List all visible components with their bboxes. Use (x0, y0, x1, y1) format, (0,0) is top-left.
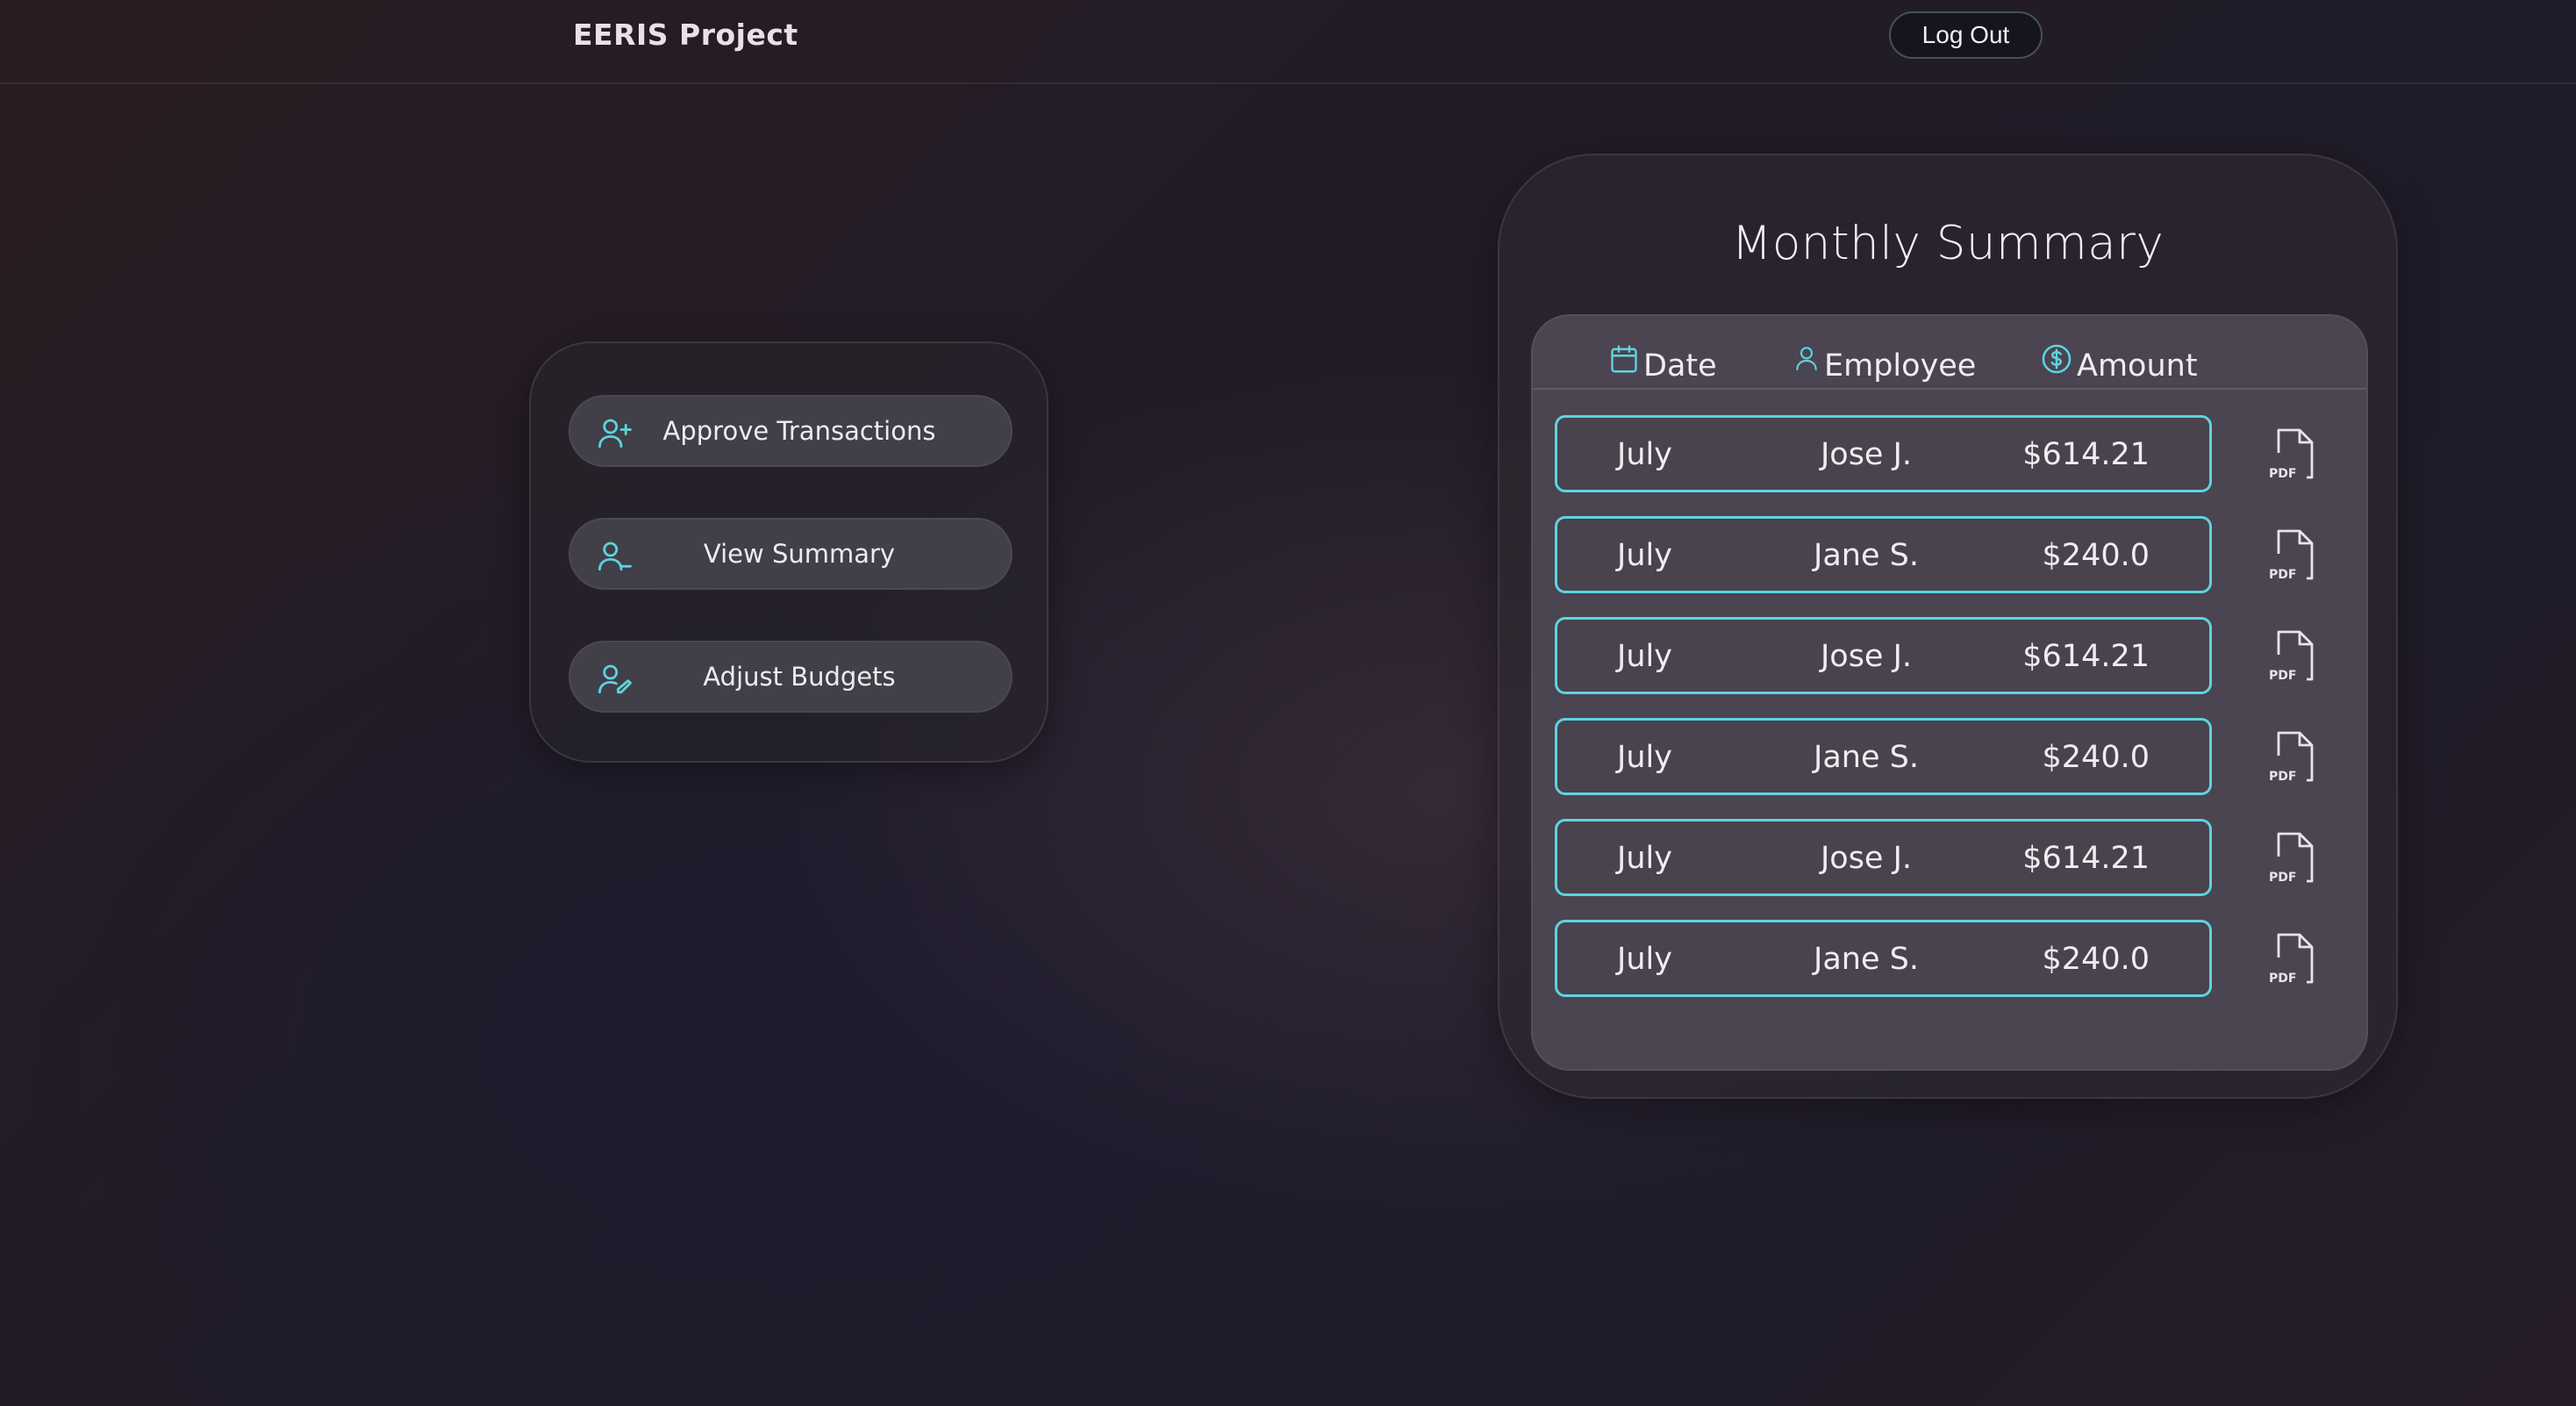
cell-date: July (1617, 538, 1672, 573)
table-row[interactable]: July Jane S. $240.0 (1555, 718, 2212, 795)
cell-date: July (1617, 942, 1672, 977)
pdf-icon[interactable]: PDF (2268, 830, 2319, 885)
approve-transactions-label: Approve Transactions (662, 416, 936, 446)
user-minus-icon (597, 537, 633, 574)
cell-employee: Jose J. (1820, 841, 1913, 876)
summary-title: Monthly Summary (1731, 217, 2165, 270)
logout-button[interactable]: Log Out (1889, 11, 2043, 59)
pdf-label: PDF (2269, 467, 2296, 481)
table-row[interactable]: July Jose J. $614.21 (1555, 415, 2212, 492)
cell-date: July (1617, 740, 1672, 775)
user-pen-icon (597, 660, 633, 697)
actions-menu-card: Approve Transactions View Summary Adjust… (529, 341, 1048, 763)
table-header: Date Employee Amount (1533, 316, 2366, 390)
cell-employee: Jane S. (1814, 740, 1919, 775)
pdf-label: PDF (2269, 871, 2296, 885)
cell-date: July (1617, 841, 1672, 876)
cell-amount: $614.21 (2022, 437, 2150, 472)
view-summary-button[interactable]: View Summary (569, 518, 1013, 590)
cell-amount: $614.21 (2022, 841, 2150, 876)
calendar-icon (1608, 342, 1643, 384)
column-header-employee[interactable]: Employee (1792, 342, 1976, 384)
pdf-icon[interactable]: PDF (2268, 527, 2319, 582)
monthly-summary-card: Monthly Summary Date Employee Amount Jul… (1498, 154, 2398, 1099)
cell-employee: Jane S. (1814, 538, 1919, 573)
pdf-icon[interactable]: PDF (2268, 931, 2319, 986)
pdf-label: PDF (2269, 568, 2296, 582)
brand-title: EERIS Project (573, 18, 798, 52)
pdf-label: PDF (2269, 770, 2296, 784)
column-label-amount: Amount (2077, 348, 2198, 384)
adjust-budgets-button[interactable]: Adjust Budgets (569, 641, 1013, 713)
cell-amount: $614.21 (2022, 639, 2150, 674)
pdf-icon[interactable]: PDF (2268, 427, 2319, 481)
table-row[interactable]: July Jose J. $614.21 (1555, 617, 2212, 694)
view-summary-label: View Summary (703, 539, 896, 569)
pdf-label: PDF (2269, 972, 2296, 986)
cell-employee: Jane S. (1814, 942, 1919, 977)
cell-amount: $240.0 (2042, 538, 2150, 573)
column-header-amount[interactable]: Amount (2040, 342, 2198, 384)
pdf-icon[interactable]: PDF (2268, 628, 2319, 683)
user-icon (1792, 342, 1824, 384)
column-label-employee: Employee (1824, 348, 1977, 384)
cell-amount: $240.0 (2042, 740, 2150, 775)
cell-amount: $240.0 (2042, 942, 2150, 977)
pdf-label: PDF (2269, 669, 2296, 683)
dollar-circle-icon (2040, 342, 2077, 384)
user-plus-icon (597, 414, 633, 451)
cell-date: July (1617, 639, 1672, 674)
table-row[interactable]: July Jose J. $614.21 (1555, 819, 2212, 896)
cell-employee: Jose J. (1820, 639, 1913, 674)
summary-table: Date Employee Amount July Jose J. $614.2… (1531, 314, 2368, 1071)
table-row[interactable]: July Jane S. $240.0 (1555, 516, 2212, 593)
cell-employee: Jose J. (1820, 437, 1913, 472)
cell-date: July (1617, 437, 1672, 472)
column-header-date[interactable]: Date (1608, 342, 1717, 384)
pdf-icon[interactable]: PDF (2268, 729, 2319, 784)
adjust-budgets-label: Adjust Budgets (703, 662, 896, 692)
table-row[interactable]: July Jane S. $240.0 (1555, 920, 2212, 997)
column-label-date: Date (1643, 348, 1717, 384)
approve-transactions-button[interactable]: Approve Transactions (569, 395, 1013, 467)
top-nav-bar: EERIS Project Log Out (0, 0, 2576, 84)
